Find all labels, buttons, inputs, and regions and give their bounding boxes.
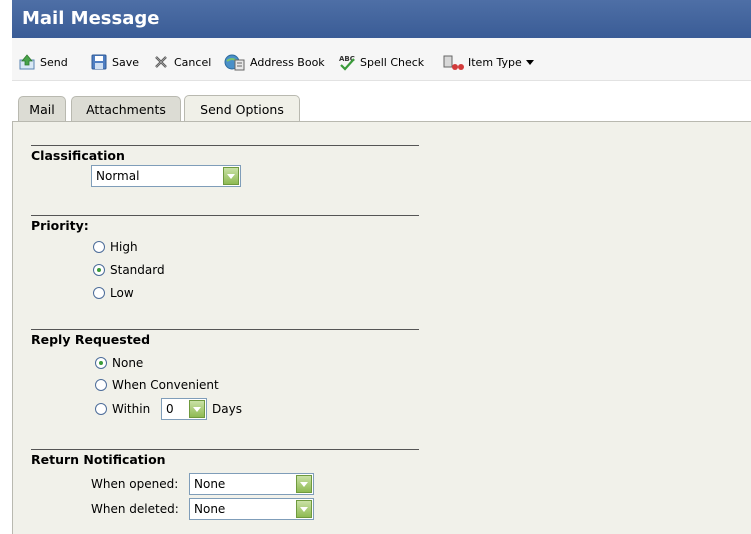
classification-value: Normal	[96, 169, 140, 183]
spell-check-button[interactable]: ABC Spell Check	[338, 52, 424, 72]
cancel-button[interactable]: Cancel	[152, 52, 211, 72]
reply-none-radio[interactable]	[95, 357, 107, 369]
item-type-icon	[442, 53, 464, 71]
title-bar: Mail Message	[12, 0, 751, 38]
tab-attachments[interactable]: Attachments	[71, 96, 181, 121]
priority-option-low[interactable]: Low	[93, 286, 134, 300]
section-divider	[31, 329, 419, 330]
classification-select[interactable]: Normal	[91, 165, 241, 187]
return-notification-title: Return Notification	[31, 452, 166, 467]
reply-days-value: 0	[166, 402, 174, 416]
chevron-down-icon[interactable]	[223, 167, 239, 185]
send-options-panel: Classification Normal Priority: High Sta…	[12, 121, 751, 534]
priority-title: Priority:	[31, 218, 89, 233]
reply-days-select[interactable]: 0	[161, 398, 207, 420]
chevron-down-icon[interactable]	[296, 500, 312, 518]
when-deleted-label: When deleted:	[91, 502, 179, 516]
chevron-down-icon[interactable]	[189, 400, 205, 418]
when-deleted-value: None	[194, 502, 226, 516]
classification-title: Classification	[31, 148, 125, 163]
chevron-down-icon[interactable]	[296, 475, 312, 493]
tab-send-options[interactable]: Send Options	[184, 95, 300, 122]
window-title: Mail Message	[22, 8, 160, 29]
cancel-icon	[152, 53, 170, 71]
spell-check-icon: ABC	[338, 53, 356, 71]
when-deleted-select[interactable]: None	[189, 498, 314, 520]
item-type-button[interactable]: Item Type	[442, 52, 534, 72]
reply-option-when-convenient[interactable]: When Convenient	[95, 378, 219, 392]
when-opened-value: None	[194, 477, 226, 491]
reply-when-convenient-radio[interactable]	[95, 379, 107, 391]
priority-high-radio[interactable]	[93, 241, 105, 253]
priority-low-radio[interactable]	[93, 287, 105, 299]
section-divider	[31, 449, 419, 450]
save-button[interactable]: Save	[90, 52, 139, 72]
send-icon	[18, 53, 36, 71]
reply-requested-title: Reply Requested	[31, 332, 151, 347]
save-icon	[90, 53, 108, 71]
address-book-icon	[224, 53, 246, 71]
reply-within-radio[interactable]	[95, 403, 107, 415]
address-book-button[interactable]: Address Book	[224, 52, 325, 72]
priority-option-standard[interactable]: Standard	[93, 263, 165, 277]
section-divider	[31, 145, 419, 146]
reply-option-within[interactable]: Within	[95, 402, 150, 416]
days-label: Days	[212, 402, 242, 416]
priority-standard-radio[interactable]	[93, 264, 105, 276]
toolbar: Send Save Cancel Address Book ABC Spell …	[12, 38, 751, 81]
send-button[interactable]: Send	[18, 52, 68, 72]
when-opened-select[interactable]: None	[189, 473, 314, 495]
chevron-down-icon	[525, 59, 534, 65]
when-opened-label: When opened:	[91, 477, 179, 491]
tab-mail[interactable]: Mail	[18, 96, 66, 121]
priority-option-high[interactable]: High	[93, 240, 138, 254]
reply-option-none[interactable]: None	[95, 356, 143, 370]
section-divider	[31, 215, 419, 216]
